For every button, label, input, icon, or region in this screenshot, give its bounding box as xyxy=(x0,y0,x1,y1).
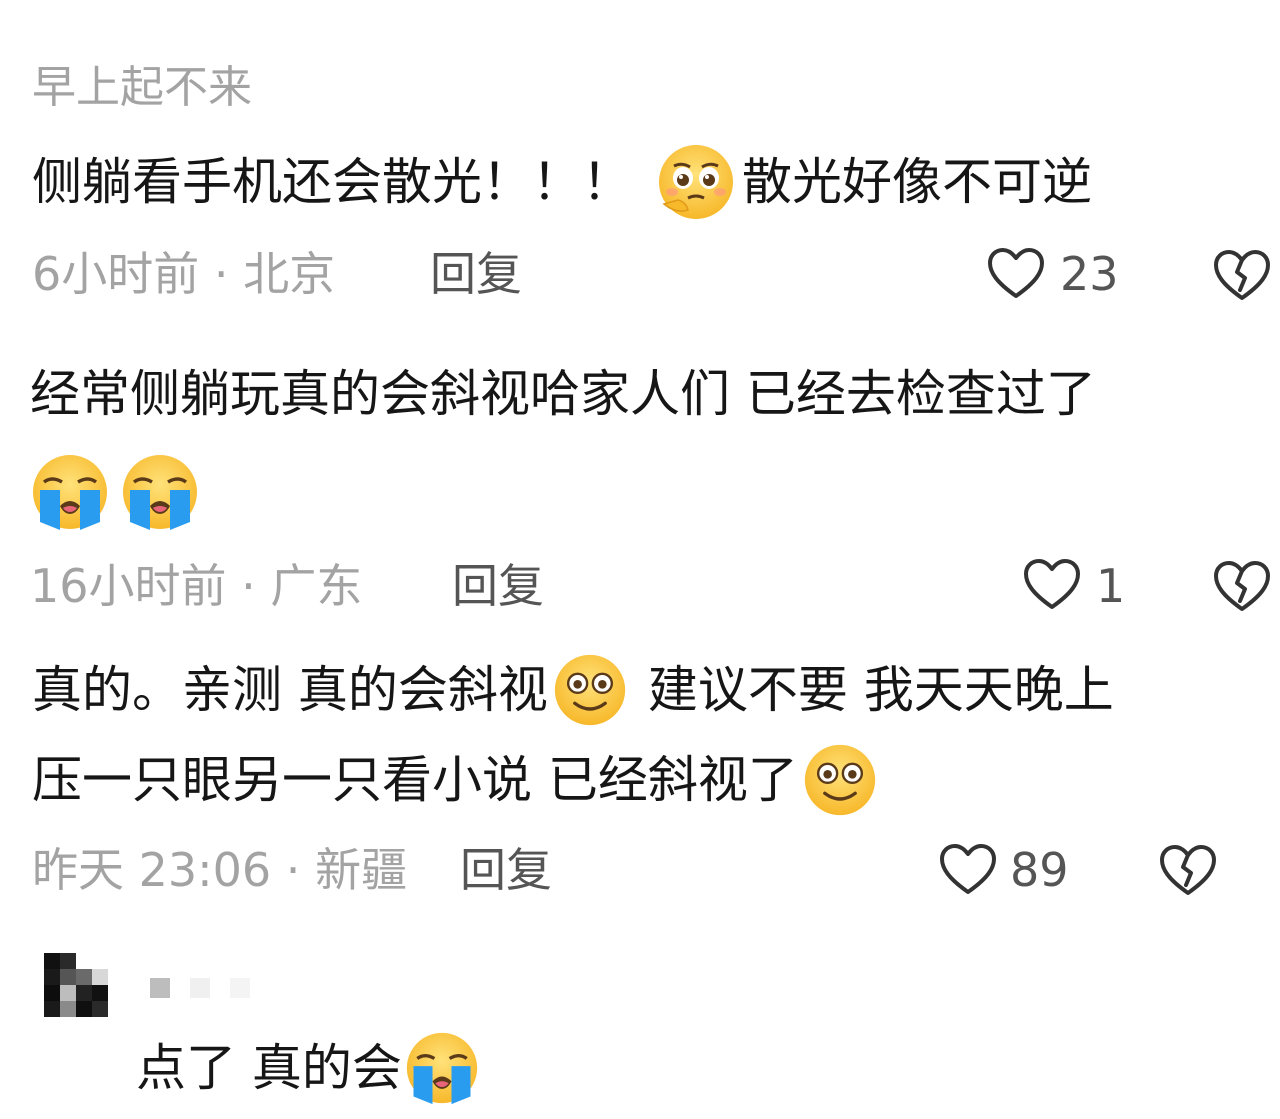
reply-2-line-1: 真的。亲测 真的会斜视 建议不要 我天天晚上 xyxy=(32,644,1114,736)
reply-1-reply-button[interactable]: 回复 xyxy=(452,556,544,616)
comment-meta: 6小时前 · 北京 xyxy=(32,244,335,304)
reply-1-meta: 16小时前 · 广东 xyxy=(30,556,362,616)
grinning-face-icon xyxy=(802,742,878,818)
comment-location: 北京 xyxy=(243,247,336,301)
comment-username[interactable]: 早上起不来 xyxy=(32,58,252,118)
comment-text-part-b: 散光好像不可逆 xyxy=(742,153,1092,211)
dislike-broken-heart-icon[interactable] xyxy=(1212,248,1272,302)
reply-1-time: 16小时前 xyxy=(30,559,227,613)
reply-1-emoji-row xyxy=(30,452,200,532)
avatar[interactable] xyxy=(44,953,108,1017)
reply-1-like-count: 1 xyxy=(1096,559,1126,613)
reply-1-location: 广东 xyxy=(270,559,363,613)
like-count: 23 xyxy=(1060,247,1119,301)
meta-separator: · xyxy=(226,559,271,613)
reply-2-line-2: 压一只眼另一只看小说 已经斜视了 xyxy=(32,734,880,826)
comment-text: 侧躺看手机还会散光！！！ 散光好像不可逆 xyxy=(32,136,1092,228)
reply-2-line-1-part-a: 真的。亲测 真的会斜视 xyxy=(32,661,548,719)
comment-time: 6小时前 xyxy=(32,247,200,301)
like-heart-icon[interactable] xyxy=(1022,557,1082,611)
like-heart-icon[interactable] xyxy=(938,842,998,896)
loudly-crying-face-icon xyxy=(404,1030,480,1106)
like-heart-icon[interactable] xyxy=(986,246,1046,300)
reply-3-text: 点了 真的会 xyxy=(136,1022,482,1114)
username-redacted[interactable] xyxy=(150,976,250,1000)
meta-separator: · xyxy=(199,247,244,301)
pleading-face-icon xyxy=(656,142,736,222)
loudly-crying-face-icon xyxy=(120,452,200,532)
reply-2-line-2-part-a: 压一只眼另一只看小说 已经斜视了 xyxy=(32,751,798,809)
reply-2-time: 昨天 23:06 xyxy=(32,843,272,897)
reply-2-location: 新疆 xyxy=(315,843,408,897)
dislike-broken-heart-icon[interactable] xyxy=(1158,843,1218,897)
reply-2-reply-button[interactable]: 回复 xyxy=(460,840,552,900)
dislike-broken-heart-icon[interactable] xyxy=(1212,559,1272,613)
grinning-face-icon xyxy=(552,652,628,728)
reply-3-text-body: 点了 真的会 xyxy=(136,1039,402,1097)
reply-button[interactable]: 回复 xyxy=(430,244,522,304)
comment-text-part-a: 侧躺看手机还会散光！！！ xyxy=(32,153,632,211)
reply-2-line-1-part-b: 建议不要 我天天晚上 xyxy=(647,661,1114,719)
reply-2-meta: 昨天 23:06 · 新疆 xyxy=(32,840,407,900)
loudly-crying-face-icon xyxy=(30,452,110,532)
reply-2-like-count: 89 xyxy=(1010,843,1069,897)
meta-separator: · xyxy=(271,843,316,897)
reply-1-text: 经常侧躺玩真的会斜视哈家人们 已经去检查过了 xyxy=(30,365,1096,423)
